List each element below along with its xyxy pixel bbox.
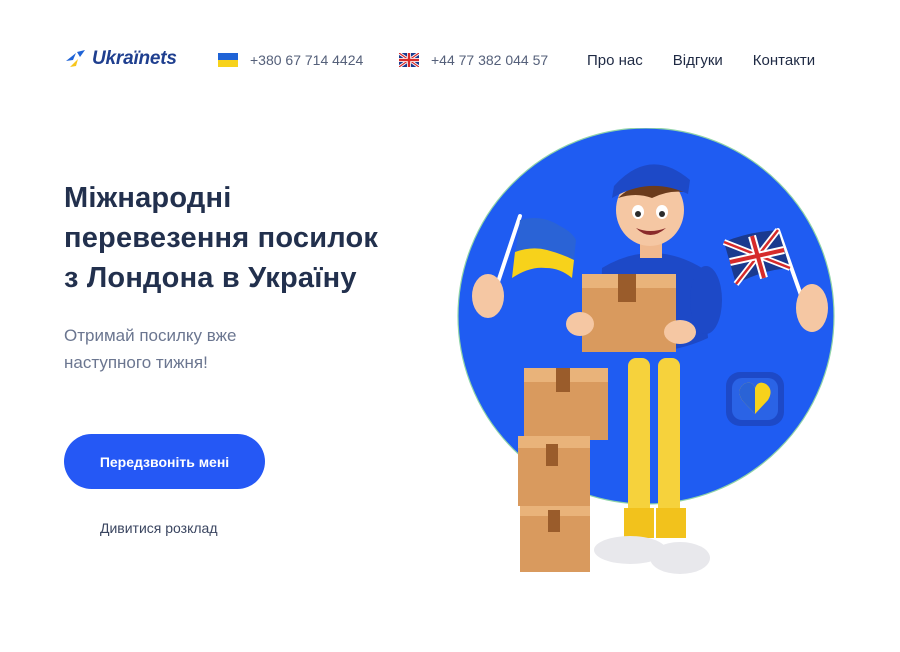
main-nav: Про нас Відгуки Контакти	[587, 52, 815, 69]
hero-title-line-2: перевезення посилок	[64, 222, 379, 254]
courier-character-icon	[457, 127, 835, 574]
hero-illustration	[452, 127, 852, 598]
heart-badge-icon	[726, 372, 784, 426]
logo-mark-icon	[66, 50, 85, 67]
hero-title-line-3: з Лондона в Україну	[64, 262, 357, 294]
phone-ua[interactable]: +380 67 714 4424	[218, 52, 363, 68]
hero-subtitle-line-2: наступного тижня!	[64, 353, 208, 372]
site-header: Ukraïnets +380 67 714 4424 +44 77 382 04…	[0, 0, 900, 120]
hero-title: Міжнародні перевезення посилок з Лондона…	[64, 178, 424, 298]
view-schedule-link[interactable]: Дивитися розклад	[100, 520, 218, 536]
brand-logo[interactable]: Ukraïnets	[64, 48, 177, 70]
nav-reviews[interactable]: Відгуки	[673, 52, 723, 69]
hero-title-line-1: Міжнародні	[64, 182, 232, 214]
ua-flag-icon	[218, 53, 238, 67]
brand-name: Ukraïnets	[92, 48, 177, 69]
callback-button[interactable]: Передзвоніть мені	[64, 434, 265, 489]
phone-gb[interactable]: +44 77 382 044 57	[399, 52, 548, 68]
hero-subtitle: Отримай посилку вже наступного тижня!	[64, 322, 324, 376]
phone-gb-number: +44 77 382 044 57	[431, 52, 549, 68]
hero-subtitle-line-1: Отримай посилку вже	[64, 326, 237, 345]
nav-about[interactable]: Про нас	[587, 52, 643, 69]
phone-ua-number: +380 67 714 4424	[250, 52, 364, 68]
gb-flag-icon	[399, 53, 419, 67]
nav-contacts[interactable]: Контакти	[753, 52, 815, 69]
